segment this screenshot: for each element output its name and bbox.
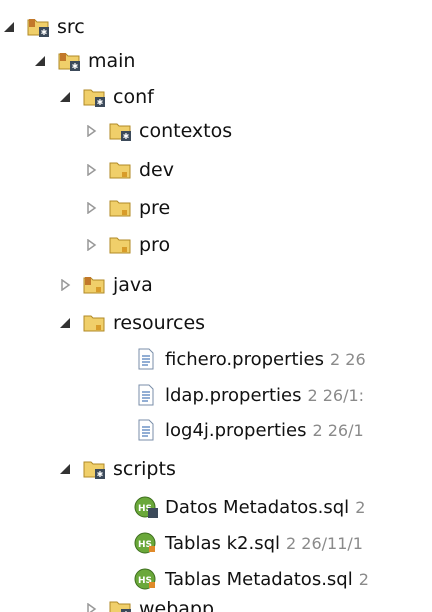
collapsed-twisty-icon[interactable]	[84, 238, 98, 252]
node-label: pre	[139, 197, 171, 219]
properties-file-icon	[134, 419, 158, 441]
folder-icon	[108, 234, 132, 256]
sql-file-icon: HS	[134, 496, 158, 518]
node-label: Tablas Metadatos.sql	[165, 568, 353, 590]
svg-text:✱: ✱	[97, 98, 104, 107]
sql-file-icon: HS	[134, 532, 158, 554]
revision-info: 2	[358, 569, 369, 589]
revision-info: 2 26/1:	[307, 385, 365, 405]
node-label: resources	[113, 312, 206, 334]
folder-icon: ✱	[108, 120, 132, 142]
folder-icon	[108, 197, 132, 219]
tree-node-fichero-properties[interactable]: fichero.properties 2 26	[134, 342, 366, 376]
node-label: dev	[139, 159, 174, 181]
svg-text:✱: ✱	[72, 62, 79, 71]
node-label: Datos Metadatos.sql	[165, 496, 350, 518]
node-label: conf	[113, 86, 154, 108]
tree-node-resources[interactable]: resources	[58, 306, 205, 340]
collapsed-twisty-icon[interactable]	[84, 124, 98, 138]
node-label: src	[57, 16, 85, 38]
tree-node-pro[interactable]: pro	[84, 228, 170, 262]
node-label: log4j.properties	[165, 419, 307, 441]
tree-node-scripts[interactable]: ✱ scripts	[58, 452, 176, 486]
tree-node-pre[interactable]: pre	[84, 191, 170, 225]
svg-text:✱: ✱	[123, 132, 130, 141]
svg-text:✱: ✱	[97, 470, 104, 479]
tree-node-src[interactable]: ✱ src	[0, 10, 85, 44]
node-label: pro	[139, 234, 171, 256]
folder-icon	[82, 312, 106, 334]
expanded-twisty-icon[interactable]	[33, 54, 47, 68]
node-label: fichero.properties	[165, 348, 324, 370]
tree-node-datos-metadatos-sql[interactable]: HS Datos Metadatos.sql 2	[134, 490, 365, 524]
source-folder-icon: ✱	[57, 50, 81, 72]
tree-node-conf[interactable]: ✱ conf	[58, 80, 154, 114]
revision-info: 2 26	[330, 349, 366, 369]
collapsed-twisty-icon[interactable]	[58, 278, 72, 292]
revision-info: 2 26/1	[312, 420, 364, 440]
node-label: main	[88, 50, 136, 72]
node-label: ldap.properties	[165, 384, 302, 406]
source-folder-icon: ✱	[26, 16, 50, 38]
tree-node-dev[interactable]: dev	[84, 153, 174, 187]
tree-node-log4j-properties[interactable]: log4j.properties 2 26/1	[134, 413, 364, 447]
folder-icon: ✱	[108, 598, 132, 612]
tree-node-tablas-metadatos-sql[interactable]: HS Tablas Metadatos.sql 2	[134, 562, 369, 596]
node-label: scripts	[113, 458, 176, 480]
tree-node-webapp[interactable]: ✱ webapp	[84, 592, 214, 612]
node-label: java	[113, 274, 153, 296]
properties-file-icon	[134, 348, 158, 370]
expanded-twisty-icon[interactable]	[58, 316, 72, 330]
node-label: webapp	[139, 598, 215, 612]
folder-icon	[108, 159, 132, 181]
source-folder-icon	[82, 274, 106, 296]
tree-node-main[interactable]: ✱ main	[33, 44, 135, 78]
folder-icon: ✱	[82, 86, 106, 108]
collapsed-twisty-icon[interactable]	[84, 201, 98, 215]
project-explorer-tree: ✱ src ✱ main ✱ conf ✱ contextos dev pre …	[0, 0, 432, 612]
tree-node-java[interactable]: java	[58, 268, 153, 302]
revision-info: 2	[355, 497, 366, 517]
node-label: Tablas k2.sql	[165, 532, 281, 554]
revision-info: 2 26/11/1	[286, 533, 363, 553]
expanded-twisty-icon[interactable]	[2, 20, 16, 34]
properties-file-icon	[134, 384, 158, 406]
tree-node-ldap-properties[interactable]: ldap.properties 2 26/1:	[134, 378, 364, 412]
folder-icon: ✱	[82, 458, 106, 480]
collapsed-twisty-icon[interactable]	[84, 602, 98, 612]
svg-text:✱: ✱	[41, 28, 48, 37]
node-label: contextos	[139, 120, 233, 142]
tree-node-tablas-k2-sql[interactable]: HS Tablas k2.sql 2 26/11/1	[134, 526, 363, 560]
expanded-twisty-icon[interactable]	[58, 90, 72, 104]
expanded-twisty-icon[interactable]	[58, 462, 72, 476]
collapsed-twisty-icon[interactable]	[84, 163, 98, 177]
tree-node-contextos[interactable]: ✱ contextos	[84, 114, 232, 148]
sql-file-icon: HS	[134, 568, 158, 590]
